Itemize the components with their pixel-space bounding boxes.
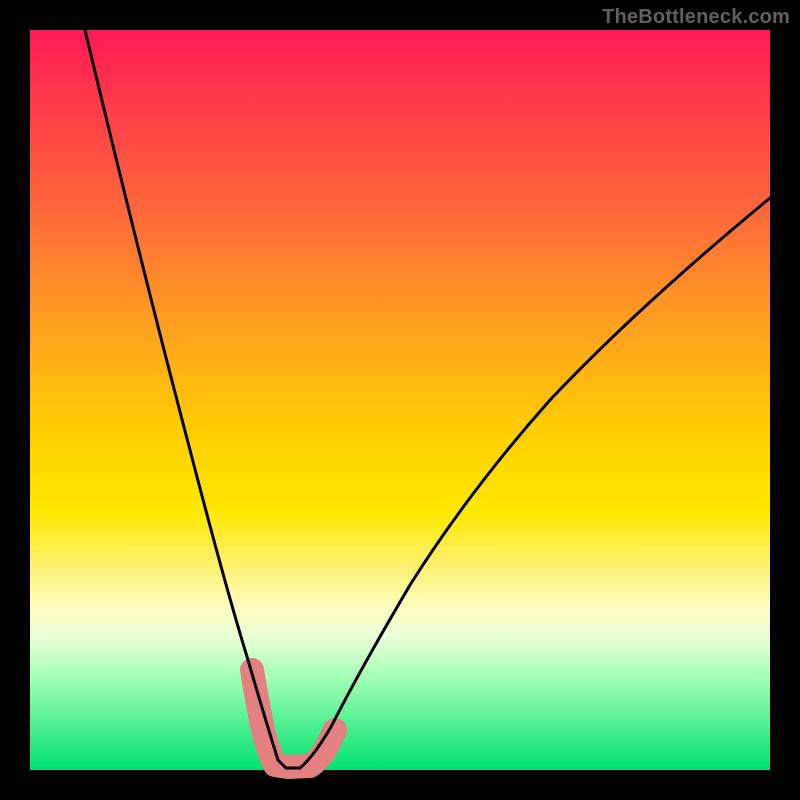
bottleneck-curve-left [85,30,286,768]
chart-frame: TheBottleneck.com [0,0,800,800]
chart-svg [30,30,770,770]
watermark-text: TheBottleneck.com [602,6,790,29]
bottleneck-curve-right [300,198,770,768]
